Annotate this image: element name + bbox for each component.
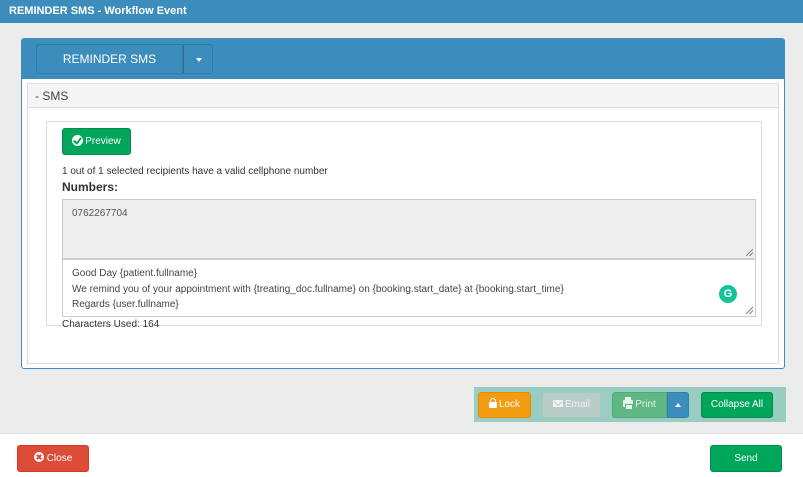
email-button[interactable]: Email [542,392,601,418]
numbers-field[interactable]: 0762267704 [62,199,756,259]
email-label: Email [564,399,590,410]
send-button[interactable]: Send [710,445,782,472]
sms-section: - SMS Preview 1 out of 1 selected recipi… [27,83,779,364]
action-toolbar: Lock Email Print Collapse All [474,387,786,422]
main-area: REMINDER SMS - SMS Preview 1 out of 1 se… [0,23,803,433]
print-options-toggle[interactable] [667,392,689,418]
resize-grip-icon[interactable] [746,249,753,256]
sms-section-toggle[interactable]: - SMS [28,84,778,108]
lock-button[interactable]: Lock [478,392,531,418]
numbers-value: 0762267704 [72,208,128,219]
workflow-panel: REMINDER SMS - SMS Preview 1 out of 1 se… [21,38,785,369]
close-label: Close [46,453,73,464]
window-title: REMINDER SMS - Workflow Event [0,0,803,23]
resize-grip-icon[interactable] [746,307,753,314]
preview-label: Preview [85,136,121,147]
check-circle-icon [72,135,84,146]
close-icon [33,452,44,462]
collapse-all-button[interactable]: Collapse All [701,392,773,418]
close-button[interactable]: Close [17,445,89,472]
message-textarea[interactable]: Good Day {patient.fullname} We remind yo… [62,259,756,317]
printer-icon [623,397,634,410]
lock-icon [488,398,497,408]
panel-header: REMINDER SMS [22,39,784,79]
recipients-info: 1 out of 1 selected recipients have a va… [62,166,328,177]
characters-used: Characters Used: 164 [62,319,160,330]
message-line: Good Day {patient.fullname} [72,268,198,279]
grammarly-icon[interactable]: G [719,285,737,303]
numbers-label: Numbers: [62,180,119,194]
chevron-down-icon[interactable] [183,44,213,74]
print-label: Print [635,399,656,410]
footer: Close Send [0,433,803,477]
event-type-dropdown[interactable]: REMINDER SMS [36,44,183,74]
envelope-icon [552,400,563,407]
message-line: Regards {user.fullname} [72,299,179,310]
preview-button[interactable]: Preview [62,128,131,155]
lock-label: Lock [498,399,521,410]
sms-form: Preview 1 out of 1 selected recipients h… [46,121,762,330]
message-line: We remind you of your appointment with {… [72,283,564,295]
print-button[interactable]: Print [612,392,667,418]
